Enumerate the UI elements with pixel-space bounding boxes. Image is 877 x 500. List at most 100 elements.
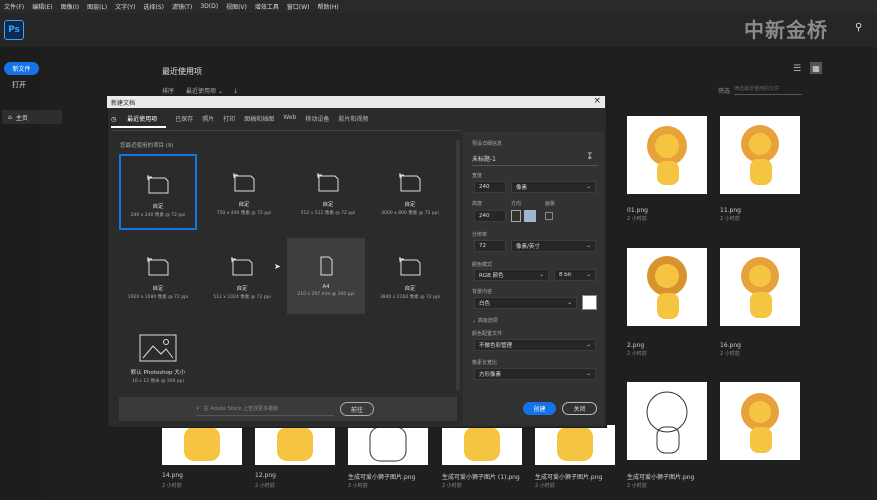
preset-label: 默认 Photoshop 大小: [130, 370, 186, 376]
preset-size: 3840 x 2160 像素 @ 72 ppi: [379, 295, 441, 300]
preset-tile[interactable]: 自定 750 x 400 像素 @ 72 ppi: [205, 154, 283, 230]
preset-label: A4: [322, 284, 330, 290]
menu-type[interactable]: 文字(Y): [111, 2, 139, 11]
go-button[interactable]: 前往: [340, 402, 374, 416]
file-thumbnail[interactable]: [162, 425, 242, 465]
file-thumbnail[interactable]: [627, 382, 707, 460]
preset-tile[interactable]: 自定 512 x 512 像素 @ 72 ppi: [289, 154, 367, 230]
artboard-checkbox[interactable]: [545, 212, 553, 220]
save-preset-icon[interactable]: ↧: [586, 152, 594, 162]
menu-view[interactable]: 视图(V): [222, 2, 251, 11]
filter-input[interactable]: 筛选最近使用的文件: [734, 85, 802, 95]
home-icon: ⌂: [8, 113, 12, 121]
preset-tile[interactable]: A4 210 x 297 mm @ 300 ppi: [287, 238, 365, 314]
height-input[interactable]: 240: [474, 210, 506, 222]
lion-image: [557, 427, 593, 461]
menu-select[interactable]: 选择(S): [139, 2, 168, 11]
chevron-down-icon: ⌄: [217, 88, 223, 95]
file-thumbnail[interactable]: [720, 116, 800, 194]
preset-size: 1920 x 1080 像素 @ 72 ppi: [127, 295, 189, 300]
search-icon[interactable]: ⚲: [855, 22, 862, 33]
width-unit-select[interactable]: 像素 ⌄: [511, 181, 596, 193]
sort-value[interactable]: 最近使用项: [186, 88, 216, 95]
file-thumbnail[interactable]: [535, 425, 615, 465]
preset-size: 210 x 297 mm @ 300 ppi: [297, 292, 355, 297]
preset-tile[interactable]: 自定 512 x 1024 像素 @ 72 ppi: [203, 238, 281, 314]
tab-print[interactable]: 打印: [223, 114, 235, 128]
resolution-input[interactable]: 72: [474, 240, 506, 252]
document-icon: [233, 172, 255, 192]
menu-filter[interactable]: 滤镜(T): [168, 2, 196, 11]
menu-file[interactable]: 文件(F): [0, 2, 28, 11]
new-file-button[interactable]: 新文件: [4, 62, 39, 75]
tab-saved[interactable]: 已保存: [175, 114, 193, 128]
menu-plugins[interactable]: 增效工具: [251, 2, 283, 11]
landscape-orientation-icon[interactable]: [524, 210, 536, 222]
clock-icon: ◷: [111, 116, 119, 123]
close-icon[interactable]: ×: [593, 96, 601, 106]
width-input[interactable]: 240: [474, 181, 506, 193]
advanced-options-toggle[interactable]: ⌄ 高级选项: [472, 317, 498, 324]
background-color-swatch[interactable]: [582, 295, 597, 310]
file-thumbnail[interactable]: [627, 116, 707, 194]
lion-sketch-image: [369, 426, 407, 462]
resolution-unit-select[interactable]: 像素/英寸 ⌄: [511, 240, 596, 252]
file-name: 12.png: [255, 472, 276, 479]
lion-image: [741, 125, 779, 185]
file-thumbnail[interactable]: [442, 425, 522, 465]
lion-image: [277, 427, 313, 461]
tab-recent[interactable]: ◷ 最近使用项: [111, 114, 167, 128]
tab-mobile[interactable]: 移动设备: [305, 114, 329, 128]
sort-control[interactable]: 排序 最近使用项 ⌄ ↓: [162, 86, 238, 95]
chevron-down-icon: ⌄: [567, 300, 572, 306]
file-date: 2 小时前: [627, 216, 647, 222]
color-mode-select[interactable]: RGB 颜色 ⌄: [474, 269, 549, 281]
document-name-field[interactable]: 未标题-1: [472, 154, 496, 163]
scrollbar[interactable]: [456, 140, 460, 390]
menu-image[interactable]: 图像(I): [57, 2, 83, 11]
file-thumbnail[interactable]: [720, 382, 800, 460]
preset-label: 自定: [238, 202, 250, 208]
preset-label: 自定: [152, 286, 164, 292]
tab-art-illustration[interactable]: 图稿和插图: [244, 114, 274, 128]
portrait-orientation-icon[interactable]: [511, 210, 521, 222]
preset-tile[interactable]: 自定 240 x 240 像素 @ 72 ppi: [119, 154, 197, 230]
tab-film-video[interactable]: 胶片和视频: [338, 114, 368, 128]
file-name: 14.png: [162, 472, 183, 479]
bit-depth-select[interactable]: 8 bit ⌄: [554, 269, 596, 281]
close-button[interactable]: 关闭: [562, 402, 597, 415]
sidebar-item-home[interactable]: ⌂ 主页: [2, 110, 62, 124]
lion-sketch-image: [646, 391, 688, 454]
file-thumbnail[interactable]: [627, 248, 707, 326]
tab-web[interactable]: Web: [283, 114, 296, 128]
watermark: 中新金桥: [744, 18, 828, 42]
color-profile-select[interactable]: 不做色彩管理 ⌄: [474, 339, 596, 351]
preset-tile[interactable]: 自定 1920 x 1080 像素 @ 72 ppi: [119, 238, 197, 314]
list-view-icon[interactable]: ☰: [793, 64, 801, 74]
menu-layer[interactable]: 图层(L): [83, 2, 111, 11]
preset-tile[interactable]: 自定 3000 x 800 像素 @ 72 ppi: [371, 154, 449, 230]
file-thumbnail[interactable]: [348, 425, 428, 465]
file-name: 生成可爱小狮子图片.png: [348, 474, 416, 481]
preset-tile[interactable]: 自定 3840 x 2160 像素 @ 72 ppi: [371, 238, 449, 314]
background-select[interactable]: 白色 ⌄: [474, 297, 577, 309]
preset-label: 自定: [152, 204, 164, 210]
file-name: 16.png: [720, 342, 741, 349]
menu-help[interactable]: 帮助(H): [314, 2, 343, 11]
file-date: 2 小时前: [627, 351, 647, 357]
grid-view-icon[interactable]: ▦: [810, 62, 822, 74]
pixel-ratio-select[interactable]: 方形像素 ⌄: [474, 368, 596, 380]
open-button[interactable]: 打开: [12, 80, 26, 90]
page-title: 最近使用项: [162, 67, 202, 76]
stock-search-input[interactable]: ⚲ 在 Adobe Stock 上查找更多模板: [196, 402, 334, 416]
orientation-label: 方向: [511, 201, 522, 207]
create-button[interactable]: 创建: [523, 402, 556, 415]
menu-edit[interactable]: 编辑(E): [28, 2, 56, 11]
menu-3d[interactable]: 3D(D): [196, 3, 222, 10]
tab-photo[interactable]: 照片: [202, 114, 214, 128]
menu-window[interactable]: 窗口(W): [283, 2, 314, 11]
preset-tile[interactable]: 默认 Photoshop 大小 16 x 12 厘米 @ 300 ppi: [119, 322, 197, 398]
file-thumbnail[interactable]: [720, 248, 800, 326]
file-thumbnail[interactable]: [255, 425, 335, 465]
sort-direction-icon[interactable]: ↓: [233, 88, 238, 95]
